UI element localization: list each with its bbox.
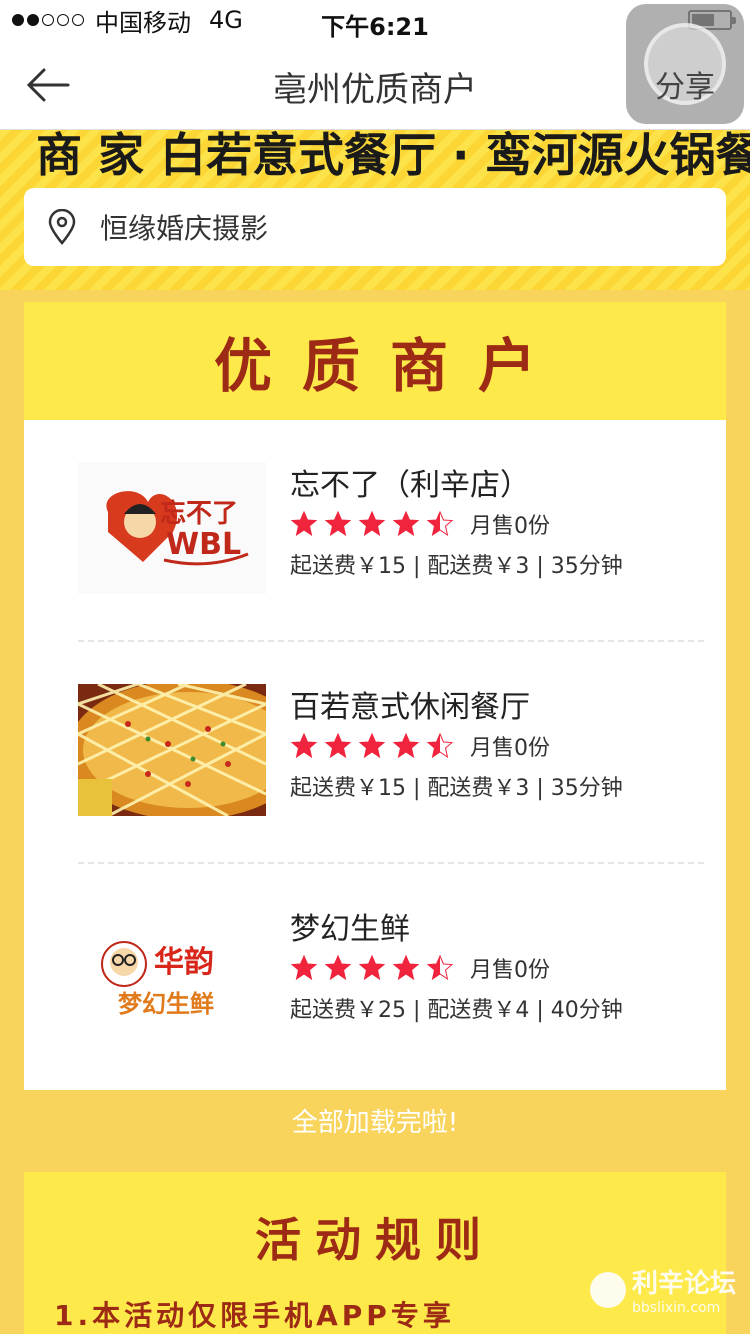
svg-text:忘不了: 忘不了 [160,498,238,529]
signal-dot [42,14,54,26]
merchant-item[interactable]: 华韵 梦幻生鲜 梦幻生鲜 月售0份 起送费￥25 | 配送费￥4 | 40分钟 [24,864,726,1086]
huayun-logo-icon: 华韵 梦幻生鲜 [78,906,266,1038]
star-icon [290,954,318,981]
section-title: 优质商户 [213,332,566,400]
watermark-title: 利辛论坛 [631,1269,736,1299]
monthly-sales: 月售0份 [470,514,550,539]
svg-text:梦幻生鲜: 梦幻生鲜 [118,990,214,1018]
carrier-name: 中国移动 [95,8,191,37]
delivery-info: 起送费￥15 | 配送费￥3 | 35分钟 [290,554,623,579]
network-type: 4G [209,6,243,34]
star-icon [426,510,454,537]
monthly-sales: 月售0份 [470,958,550,983]
load-complete-text: 全部加载完啦! [291,1108,459,1138]
pizza-image [78,684,266,816]
star-icon [392,954,420,981]
star-icon [324,732,352,759]
signal-dot [72,14,84,26]
star-icon [324,954,352,981]
merchant-section: 优质商户 忘不了 WBL 忘不了（利辛店） 月售0份 起送费￥15 | 配送费￥… [24,302,726,1090]
rating-stars: 月售0份 [290,508,550,540]
delivery-info: 起送费￥15 | 配送费￥3 | 35分钟 [290,776,623,801]
merchant-item[interactable]: 忘不了 WBL 忘不了（利辛店） 月售0份 起送费￥15 | 配送费￥3 | 3… [24,420,726,642]
delivery-info: 起送费￥25 | 配送费￥4 | 40分钟 [290,998,623,1023]
banner-text: 商 家 白若意式餐厅 · 鸾河源火锅餐厅 [36,130,750,182]
star-icon [358,954,386,981]
merchant-name: 百若意式休闲餐厅 [290,690,530,725]
star-icon [426,954,454,981]
location-selector[interactable]: 恒缘婚庆摄影 [24,188,726,266]
map-pin-icon [48,209,76,245]
star-icon [324,510,352,537]
star-icon [290,732,318,759]
merchant-name: 忘不了（利辛店） [290,468,530,503]
signal-dot [57,14,69,26]
svg-text:华韵: 华韵 [154,945,214,980]
watermark-logo-icon [589,1271,626,1308]
signal-dot [27,14,39,26]
star-icon [290,510,318,537]
merchant-photo [78,684,266,816]
rules-title: 活动规则 [255,1213,495,1267]
svg-text:WBL: WBL [166,527,241,562]
star-icon [392,732,420,759]
banner: 商 家 白若意式餐厅 · 鸾河源火锅餐厅 恒缘婚庆摄影 [0,130,750,290]
watermark-url: bbslixin.com [631,1300,721,1316]
share-label: 分享 [655,70,715,105]
merchant-name: 梦幻生鲜 [290,912,410,947]
merchant-logo: 忘不了 WBL [78,462,266,594]
location-text: 恒缘婚庆摄影 [100,212,269,245]
signal-dot [12,14,24,26]
monthly-sales: 月售0份 [470,736,550,761]
star-icon [358,510,386,537]
merchant-item[interactable]: 百若意式休闲餐厅 月售0份 起送费￥15 | 配送费￥3 | 35分钟 [24,642,726,864]
star-icon [426,732,454,759]
star-icon [358,732,386,759]
nav-bar: 亳州优质商户 分享 [0,4,750,130]
share-button[interactable]: 分享 [626,4,744,124]
star-icon [392,510,420,537]
rating-stars: 月售0份 [290,730,550,762]
rating-stars: 月售0份 [290,952,550,984]
signal-strength [12,14,87,26]
watermark: 利辛论坛 bbslixin.com [589,1263,736,1316]
wbl-logo-icon: 忘不了 WBL [106,491,249,566]
merchant-logo: 华韵 梦幻生鲜 [78,906,266,1038]
section-header: 优质商户 [24,302,726,420]
